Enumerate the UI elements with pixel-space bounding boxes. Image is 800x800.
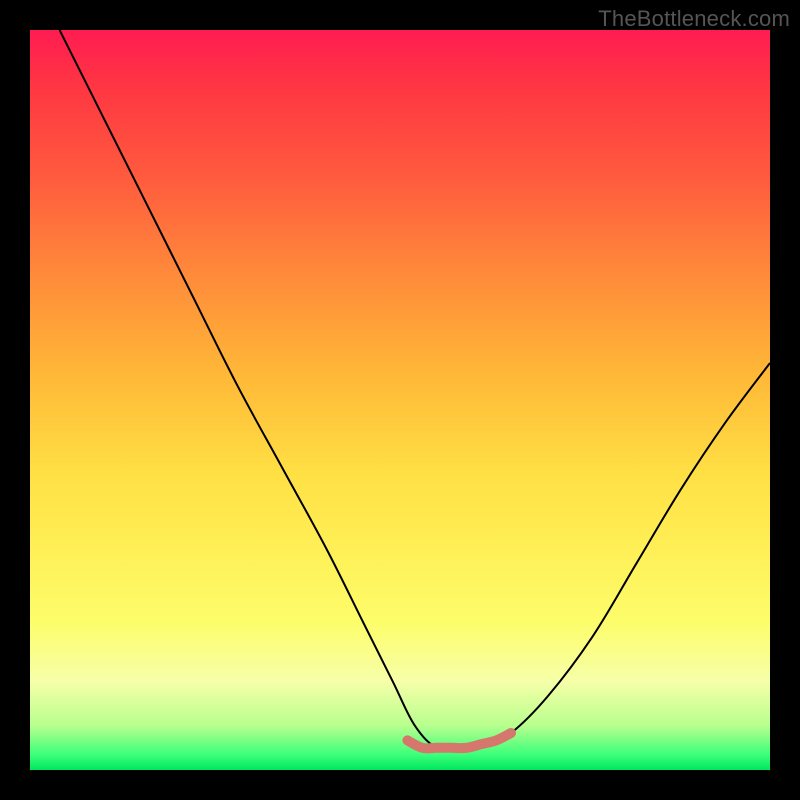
chart-frame: TheBottleneck.com — [0, 0, 800, 800]
plot-area — [30, 30, 770, 770]
chart-svg — [30, 30, 770, 770]
bottleneck-curve-path — [60, 30, 770, 750]
watermark-text: TheBottleneck.com — [598, 6, 790, 32]
